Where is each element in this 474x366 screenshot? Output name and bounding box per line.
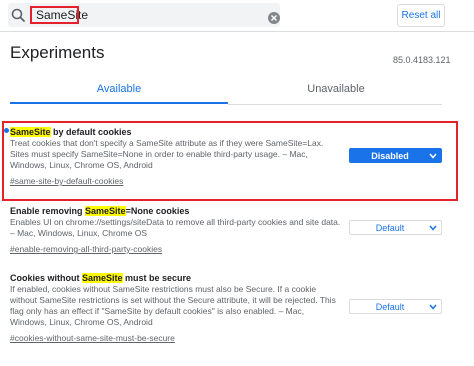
search-box[interactable] xyxy=(8,3,280,27)
experiment-enable-removing-samesite-none: Enable removing SameSite=None cookies En… xyxy=(10,205,442,257)
select-value: Default xyxy=(375,302,405,312)
page-title: Experiments xyxy=(10,43,105,62)
experiment-cookies-without-samesite-secure: Cookies without SameSite must be secure … xyxy=(10,272,442,346)
experiment-permalink[interactable]: #enable-removing-all-third-party-cookies xyxy=(10,244,162,255)
header-bar: Reset all xyxy=(0,0,474,32)
chevron-down-icon xyxy=(429,153,437,159)
experiment-title: SameSite by default cookies xyxy=(10,127,132,137)
search-match-highlight: SameSite xyxy=(10,127,51,137)
modified-indicator-icon xyxy=(4,128,9,133)
experiment-state-select[interactable]: Default xyxy=(349,299,442,314)
tab-unavailable[interactable]: Unavailable xyxy=(230,80,442,104)
search-icon xyxy=(11,8,25,22)
tab-available[interactable]: Available xyxy=(10,80,228,104)
experiment-permalink[interactable]: #same-site-by-default-cookies xyxy=(10,176,123,187)
chevron-down-icon xyxy=(429,304,437,310)
chevron-down-icon xyxy=(429,225,437,231)
experiment-description: Enables UI on chrome://settings/siteData… xyxy=(10,217,341,238)
search-match-highlight: SameSite xyxy=(82,273,123,283)
search-input[interactable] xyxy=(32,4,264,26)
reset-all-button[interactable]: Reset all xyxy=(397,4,445,27)
experiment-description: Treat cookies that don't specify a SameS… xyxy=(10,138,324,170)
search-match-highlight: SameSite xyxy=(85,206,126,216)
experiment-permalink[interactable]: #cookies-without-same-site-must-be-secur… xyxy=(10,333,175,344)
clear-search-icon[interactable] xyxy=(268,12,280,24)
experiment-state-select[interactable]: Default xyxy=(349,220,442,235)
experiment-description: If enabled, cookies without SameSite res… xyxy=(10,284,336,327)
experiment-samesite-by-default: SameSite by default cookies Treat cookie… xyxy=(10,126,442,189)
tabs-divider xyxy=(228,104,442,105)
experiment-title: Cookies without SameSite must be secure xyxy=(10,273,192,283)
select-value: Disabled xyxy=(371,151,409,161)
experiment-title: Enable removing SameSite=None cookies xyxy=(10,206,190,216)
experiment-state-select[interactable]: Disabled xyxy=(349,148,442,163)
select-value: Default xyxy=(375,223,405,233)
version-label: 85.0.4183.121 xyxy=(393,55,451,65)
